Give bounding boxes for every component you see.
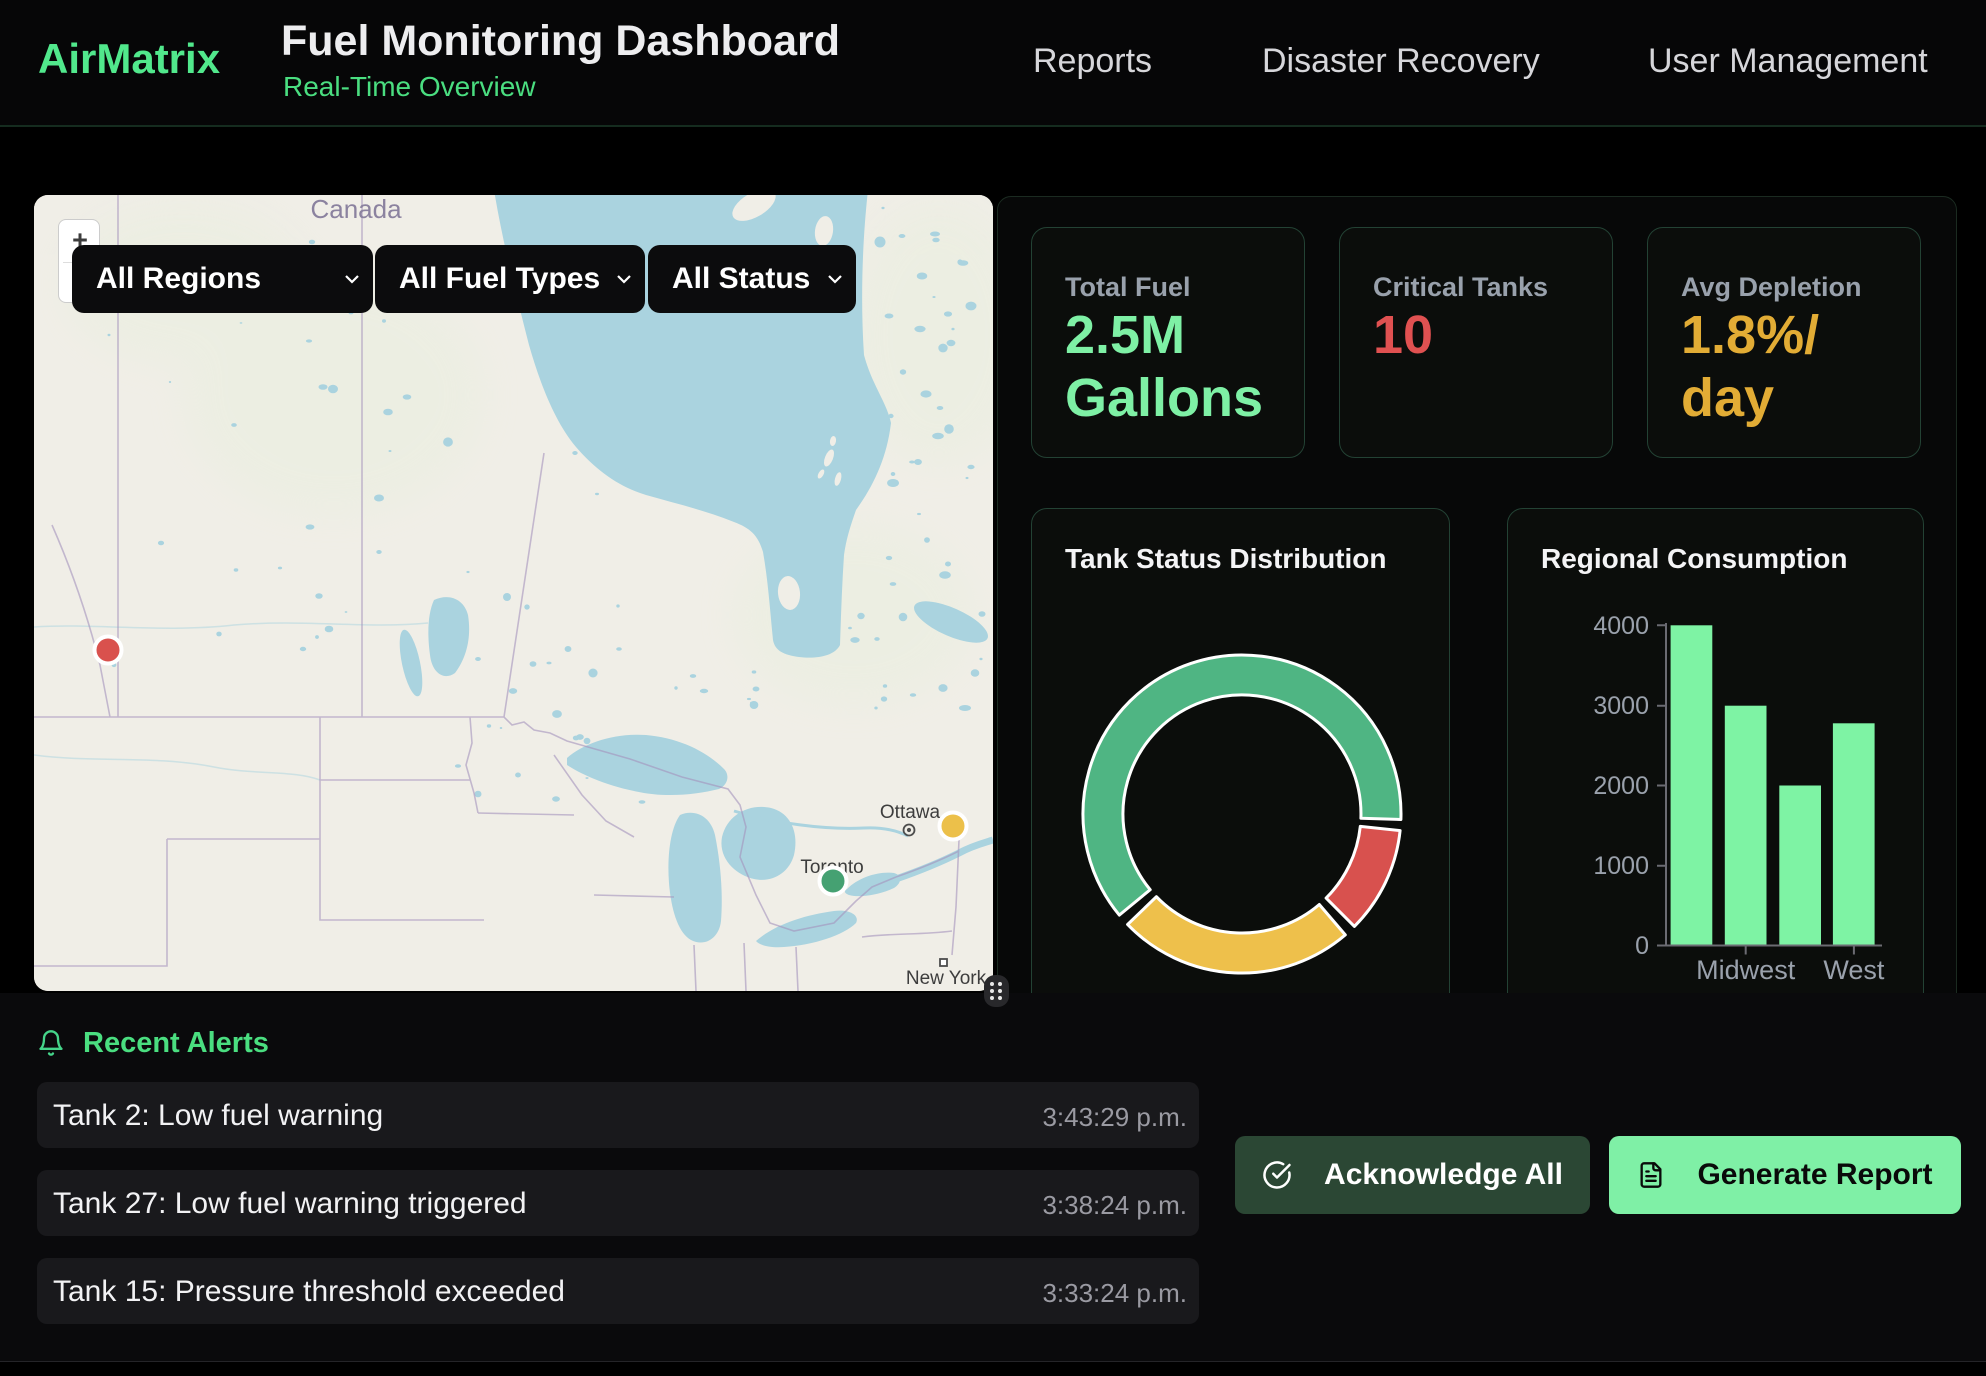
svg-text:Ottawa: Ottawa [880, 802, 941, 823]
svg-text:1000: 1000 [1593, 852, 1649, 880]
svg-text:0: 0 [1635, 932, 1649, 960]
svg-text:4000: 4000 [1593, 612, 1649, 640]
svg-text:New York: New York [906, 968, 987, 989]
svg-text:Canada: Canada [310, 195, 402, 224]
svg-text:3000: 3000 [1593, 692, 1649, 720]
svg-text:Midwest: Midwest [1696, 955, 1796, 985]
svg-text:West: West [1823, 955, 1885, 985]
svg-text:2000: 2000 [1593, 772, 1649, 800]
